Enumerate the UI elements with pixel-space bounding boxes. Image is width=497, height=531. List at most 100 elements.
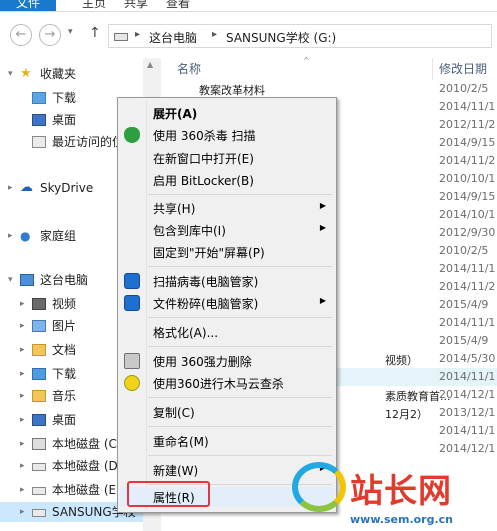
up-arrow-icon[interactable]: ↑ (89, 25, 101, 41)
column-divider[interactable] (432, 58, 433, 80)
menu-item-label: 包含到库中(I) (153, 224, 226, 238)
file-date: 2014/11/1 (439, 370, 496, 383)
chevron-right-icon[interactable]: ▸ (20, 410, 25, 430)
menu-separator (148, 194, 332, 195)
file-date: 2014/12/1 (439, 442, 496, 455)
menu-item-label: 使用 360强力删除 (153, 355, 252, 369)
file-date: 2010/10/1 (439, 172, 496, 185)
menu-separator (148, 317, 332, 318)
file-name: 教案改革材料 (199, 84, 265, 97)
chevron-right-icon[interactable]: ▸ (20, 434, 25, 454)
menu-separator (148, 397, 332, 398)
column-header-name[interactable]: 名称 (177, 58, 201, 80)
download-folder-icon (32, 368, 46, 380)
file-date: 2014/11/1 (439, 424, 496, 437)
sidebar-item-favorites[interactable]: ▾ ★ 收藏夹 (0, 64, 143, 84)
picture-folder-icon (32, 320, 46, 332)
star-icon: ★ (20, 66, 32, 81)
tab-share[interactable]: 共享 (116, 0, 156, 11)
menu-item-shred[interactable]: 文件粉碎(电脑管家) ▶ (120, 293, 334, 313)
chevron-right-icon[interactable]: ▸ (20, 386, 25, 406)
360-shield-icon (124, 127, 140, 143)
navigation-bar: ← → ▾ ↑ ▸ 这台电脑 ▸ SANSUNG学校 (G:) (0, 16, 497, 52)
chevron-right-icon[interactable]: ▸ (20, 480, 25, 500)
table-row[interactable]: 教案改革材料 2010/2/5 (163, 80, 497, 98)
menu-item-trojan-scan[interactable]: 使用360进行木马云查杀 (120, 373, 334, 393)
sidebar-item-label: SkyDrive (40, 181, 94, 195)
chevron-right-icon[interactable]: ▸ (20, 456, 25, 476)
chevron-right-icon[interactable]: ▸ (20, 316, 25, 336)
chevron-right-icon[interactable]: ▸ (20, 502, 25, 522)
menu-item-force-delete[interactable]: 使用 360强力删除 (120, 351, 334, 371)
file-date: 2012/9/30 (439, 226, 496, 239)
disk-icon (32, 463, 46, 471)
menu-item-label: 复制(C) (153, 406, 195, 420)
menu-item-copy[interactable]: 复制(C) (120, 402, 334, 422)
menu-item-format[interactable]: 格式化(A)... (120, 322, 334, 342)
ribbon-tabs: 文件 主页 共享 查看 (0, 0, 497, 12)
file-name: 12月2） (385, 408, 428, 421)
file-date: 2013/12/1 (439, 406, 496, 419)
menu-item-label: 展开(A) (153, 107, 198, 121)
tab-home[interactable]: 主页 (74, 0, 114, 11)
chevron-down-icon[interactable]: ▾ (8, 64, 13, 84)
file-date: 2015/4/9 (439, 298, 489, 311)
download-folder-icon (32, 92, 46, 104)
file-date: 2014/9/15 (439, 190, 496, 203)
submenu-arrow-icon: ▶ (319, 201, 326, 210)
chevron-right-icon[interactable]: ▸ (20, 340, 25, 360)
shredder-icon (124, 353, 140, 369)
menu-item-bitlocker[interactable]: 启用 BitLocker(B) (120, 170, 334, 190)
file-date: 2015/4/9 (439, 334, 489, 347)
sidebar-item-label: 本地磁盘 (E: (52, 483, 121, 497)
forward-button[interactable]: → (39, 24, 61, 46)
menu-separator (148, 426, 332, 427)
menu-item-label: 新建(W) (153, 464, 199, 478)
chevron-right-icon[interactable]: ▸ (8, 226, 13, 246)
menu-item-label: 固定到"开始"屏幕(P) (153, 246, 265, 260)
menu-item-label: 共享(H) (153, 202, 196, 216)
menu-separator (148, 346, 332, 347)
menu-item-include-library[interactable]: 包含到库中(I) ▶ (120, 220, 334, 240)
menu-item-share[interactable]: 共享(H) ▶ (120, 198, 334, 218)
sidebar-item-label: 文档 (52, 343, 77, 357)
chevron-down-icon[interactable]: ▾ (8, 270, 13, 290)
menu-item-label: 使用 360杀毒 扫描 (153, 129, 256, 143)
address-bar[interactable]: ▸ 这台电脑 ▸ SANSUNG学校 (G:) (108, 24, 492, 48)
sidebar-item-label: 音乐 (52, 389, 77, 403)
back-button[interactable]: ← (10, 24, 32, 46)
file-date: 2014/5/30 (439, 352, 496, 365)
scroll-up-icon[interactable]: ▲ (147, 60, 153, 69)
column-header-date[interactable]: 修改日期 (439, 58, 487, 80)
site-watermark: 站长网 www.sem.org.cn (290, 458, 497, 531)
sidebar-item-label: 图片 (52, 319, 77, 333)
menu-item-pin-start[interactable]: 固定到"开始"屏幕(P) (120, 242, 334, 262)
tab-file[interactable]: 文件 (0, 0, 56, 11)
file-date: 2012/11/2 (439, 118, 496, 131)
menu-item-expand[interactable]: 展开(A) (120, 103, 334, 123)
breadcrumb-drive-g[interactable]: SANSUNG学校 (G:) (226, 29, 336, 46)
breadcrumb-separator-icon: ▸ (135, 29, 141, 40)
watermark-url: www.sem.org.cn (350, 513, 453, 526)
recent-places-icon (32, 136, 46, 148)
watermark-text: 站长网 (350, 471, 452, 510)
submenu-arrow-icon: ▶ (319, 296, 326, 305)
watermark-logo-icon (292, 462, 346, 512)
chevron-right-icon[interactable]: ▸ (20, 294, 25, 314)
context-menu: 展开(A) 使用 360杀毒 扫描 在新窗口中打开(E) 启用 BitLocke… (117, 97, 337, 513)
menu-item-open-new-window[interactable]: 在新窗口中打开(E) (120, 148, 334, 168)
tab-view[interactable]: 查看 (158, 0, 198, 11)
chevron-right-icon[interactable]: ▸ (8, 178, 13, 198)
menu-item-scan-360[interactable]: 使用 360杀毒 扫描 (120, 125, 334, 145)
menu-item-rename[interactable]: 重命名(M) (120, 431, 334, 451)
computer-icon (20, 274, 34, 286)
chevron-right-icon[interactable]: ▸ (20, 364, 25, 384)
drive-icon (114, 33, 128, 41)
file-date: 2014/9/15 (439, 136, 496, 149)
menu-item-label: 文件粉碎(电脑管家) (153, 297, 259, 311)
menu-item-scan-virus[interactable]: 扫描病毒(电脑管家) (120, 271, 334, 291)
breadcrumb-this-pc[interactable]: 这台电脑 (149, 29, 197, 46)
recent-locations-chevron-icon[interactable]: ▾ (68, 27, 73, 37)
music-folder-icon (32, 390, 46, 402)
submenu-arrow-icon: ▶ (319, 223, 326, 232)
